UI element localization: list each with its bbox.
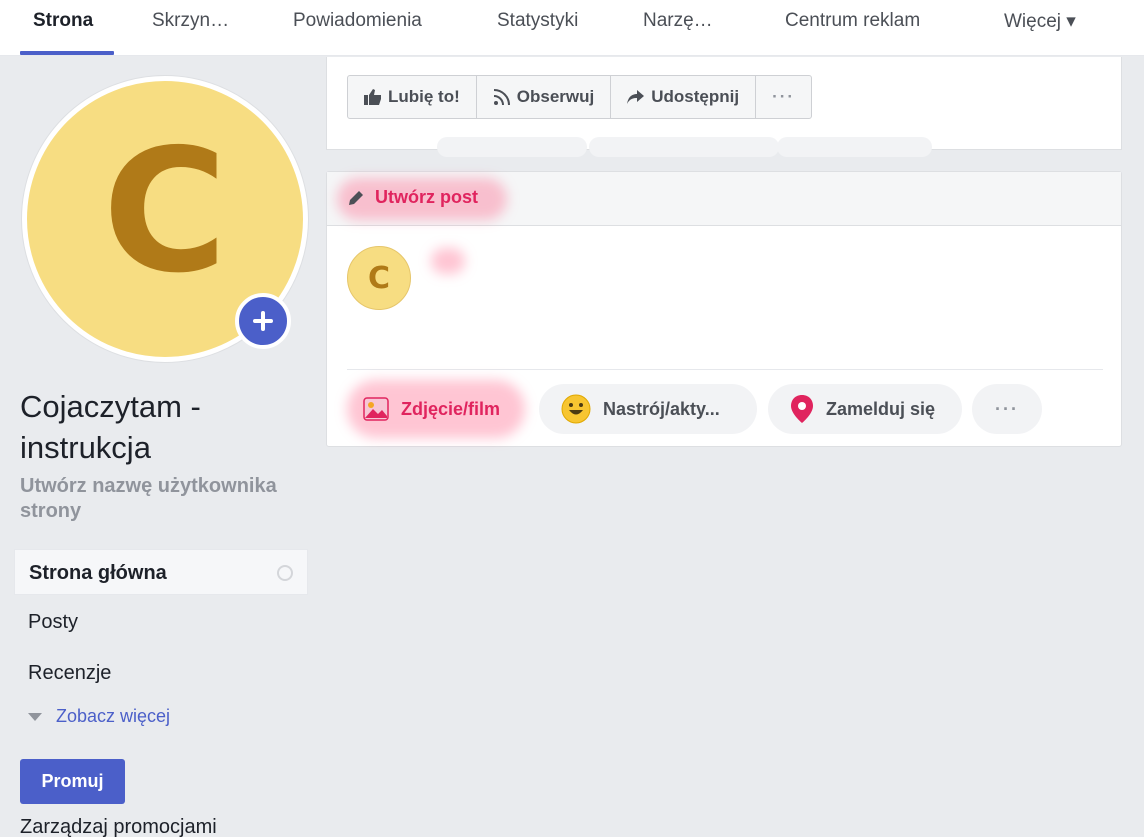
photo-video-button[interactable]: Zdjęcie/film [341, 384, 527, 434]
more-dots-icon: ··· [995, 398, 1019, 419]
more-actions-button[interactable]: ··· [756, 76, 811, 118]
page-action-buttons: Lubię to! Obserwuj Udostępnij ··· [347, 75, 813, 119]
composer-avatar: C [347, 246, 411, 310]
page-title[interactable]: Cojaczytam - instrukcja [20, 386, 300, 468]
hidden-pill [589, 137, 779, 157]
see-more-label: Zobacz więcej [56, 706, 171, 726]
follow-button[interactable]: Obserwuj [477, 76, 612, 118]
plus-icon [253, 311, 273, 331]
create-post-tab[interactable]: Utwórz post [347, 187, 478, 208]
tab-statystyki[interactable]: Statystyki [497, 10, 578, 34]
more-dots-icon: ··· [772, 87, 796, 106]
divider [347, 369, 1103, 370]
see-more-link[interactable]: Zobacz więcej [28, 706, 170, 727]
photo-video-label: Zdjęcie/film [401, 398, 501, 419]
feeling-activity-button[interactable]: Nastrój/akty... [539, 384, 757, 434]
add-profile-picture-button[interactable] [235, 293, 291, 349]
manage-promotions-link[interactable]: Zarządzaj promocjami [20, 816, 217, 837]
share-button[interactable]: Udostępnij [611, 76, 757, 118]
thumbs-up-icon [364, 89, 381, 105]
create-post-header: Utwórz post [327, 172, 1121, 226]
promote-button[interactable]: Promuj [20, 759, 125, 804]
follow-label: Obserwuj [516, 87, 595, 106]
active-tab-indicator [20, 51, 114, 55]
share-arrow-icon [627, 90, 645, 104]
tab-strona[interactable]: Strona [33, 10, 93, 34]
photo-icon [363, 397, 389, 421]
page-actions-card: Lubię to! Obserwuj Udostępnij ··· [326, 57, 1122, 157]
sidebar-item-home[interactable]: Strona główna [14, 549, 308, 595]
hidden-pill [777, 137, 932, 157]
loading-spinner-icon [277, 565, 293, 581]
check-in-label: Zamelduj się [826, 398, 936, 419]
share-label: Udostępnij [651, 87, 740, 106]
tab-wiecej[interactable]: Więcej ▾ [1004, 10, 1076, 34]
location-pin-icon [791, 395, 813, 423]
post-compose-input[interactable] [425, 246, 1101, 356]
sidebar-item-label: Posty [28, 611, 79, 633]
create-post-title: Utwórz post [375, 187, 478, 207]
tab-powiadomienia[interactable]: Powiadomienia [293, 10, 422, 34]
more-post-options-button[interactable]: ··· [972, 384, 1042, 434]
top-navigation: Strona Skrzyn… Powiadomienia Statystyki … [0, 0, 1144, 56]
like-label: Lubię to! [388, 87, 460, 106]
smiley-icon [561, 394, 591, 424]
sidebar-item-reviews[interactable]: Recenzje [14, 650, 308, 696]
sidebar-item-posts[interactable]: Posty [14, 599, 308, 645]
feeling-activity-label: Nastrój/akty... [603, 398, 720, 419]
tab-narzedzia[interactable]: Narzę… [643, 10, 713, 34]
like-button[interactable]: Lubię to! [348, 76, 477, 118]
check-in-button[interactable]: Zamelduj się [768, 384, 962, 434]
tab-centrum-reklam[interactable]: Centrum reklam [785, 10, 920, 34]
sidebar-item-label: Recenzje [28, 662, 112, 684]
sidebar-item-label: Strona główna [29, 562, 167, 584]
triangle-down-icon [28, 713, 42, 722]
create-username-link[interactable]: Utwórz nazwę użytkownika strony [20, 474, 280, 524]
pencil-icon [349, 190, 363, 205]
create-post-card: Utwórz post C Zdjęcie/film Nastrój/akty.… [326, 171, 1122, 447]
tab-skrzynka[interactable]: Skrzyn… [152, 10, 229, 34]
rss-icon [493, 89, 510, 106]
hidden-pill [437, 137, 587, 157]
